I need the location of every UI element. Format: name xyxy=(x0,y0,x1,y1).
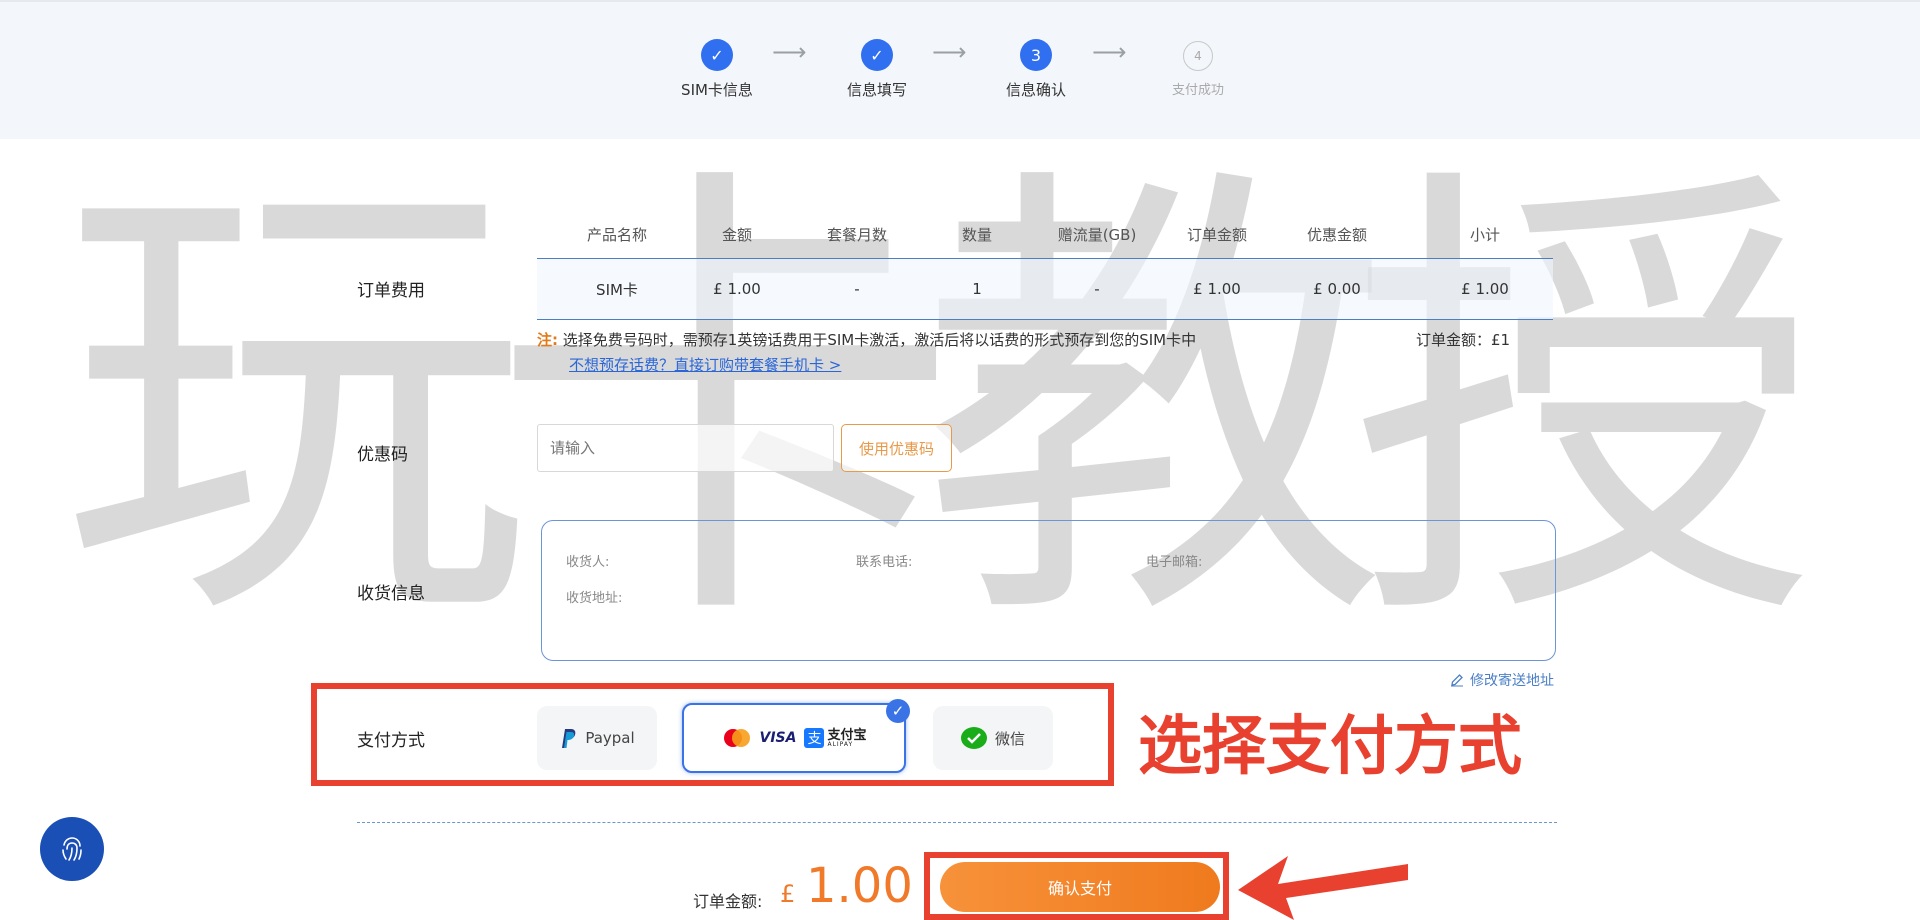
mastercard-icon xyxy=(723,729,750,747)
shipping-info-box: 收货人: 联系电话: 电子邮箱: 收货地址: xyxy=(541,520,1556,661)
table-header: 套餐月数 xyxy=(826,225,887,244)
check-icon: ✓ xyxy=(701,39,733,71)
phone-label: 联系电话: xyxy=(856,555,913,570)
table-cell: £ 1.00 xyxy=(713,280,761,298)
table-cell: £ 0.00 xyxy=(1313,280,1361,298)
paypal-label: Paypal xyxy=(585,729,635,747)
email-label: 电子邮箱: xyxy=(1146,555,1203,570)
wechat-icon xyxy=(960,727,987,749)
alipay-icon: 支 xyxy=(804,728,825,748)
table-cell: - xyxy=(1094,280,1100,298)
step-pay-success: 4 支付成功 xyxy=(1138,39,1258,98)
step-label: 信息确认 xyxy=(1005,81,1066,99)
wechat-label: 微信 xyxy=(994,729,1025,748)
shipping-section-label: 收货信息 xyxy=(357,584,425,604)
table-header: 赠流量(GB) xyxy=(1057,225,1137,244)
plan-card-link[interactable]: 不想预存话费？直接订购带套餐手机卡 > xyxy=(569,354,841,375)
table-header: 优惠金额 xyxy=(1306,225,1367,244)
payment-section-label: 支付方式 xyxy=(357,731,425,751)
pay-option-wechat[interactable]: 微信 xyxy=(933,706,1053,770)
step-sim-info: ✓ SIM卡信息 xyxy=(657,39,777,100)
alipay-logo: 支 支付宝 ALIPAY xyxy=(804,728,866,748)
table-cell: £ 1.00 xyxy=(1461,280,1509,298)
table-cell: SIM卡 xyxy=(596,280,638,299)
table-header: 数量 xyxy=(961,225,992,244)
alipay-sub: ALIPAY xyxy=(827,740,854,748)
step-label: 支付成功 xyxy=(1171,83,1224,98)
table-cell: 1 xyxy=(972,280,982,298)
checkout-stepper: ✓ SIM卡信息 ⟶ ✓ 信息填写 ⟶ 3 信息确认 ⟶ 4 支付成功 xyxy=(0,0,1920,139)
total-currency: £ xyxy=(780,880,796,908)
order-section-label: 订单费用 xyxy=(357,281,425,301)
step-fill-info: ✓ 信息填写 xyxy=(817,39,937,100)
divider xyxy=(357,822,1557,823)
edit-address-label: 修改寄送地址 xyxy=(1470,673,1554,689)
fingerprint-icon xyxy=(62,837,82,861)
annotation-arrow-icon xyxy=(1238,856,1408,920)
table-header-row: 产品名称 金额 套餐月数 数量 赠流量(GB) 订单金额 优惠金额 小计 xyxy=(537,210,1553,258)
pay-option-paypal[interactable]: Paypal xyxy=(537,706,657,770)
step-number: 3 xyxy=(1020,39,1052,71)
step-number: 4 xyxy=(1183,41,1213,71)
step-confirm-info: 3 信息确认 xyxy=(976,39,1096,100)
total-label: 订单金额: xyxy=(693,892,763,911)
note-tag: 注: xyxy=(537,331,558,349)
check-icon: ✓ xyxy=(861,39,893,71)
table-header: 小计 xyxy=(1469,225,1500,244)
pay-option-card-alipay[interactable]: VISA 支 支付宝 ALIPAY xyxy=(682,703,906,773)
step-label: SIM卡信息 xyxy=(681,81,753,99)
coupon-section-label: 优惠码 xyxy=(357,445,408,465)
paypal-icon xyxy=(562,729,576,748)
pencil-icon xyxy=(1451,674,1463,687)
arrow-right-icon: ⟶ xyxy=(1092,38,1127,66)
order-note: 注: 选择免费号码时，需预存1英镑话费用于SIM卡激活，激活后将以话费的形式预存… xyxy=(537,329,1196,350)
step-label: 信息填写 xyxy=(846,81,907,99)
note-text: 选择免费号码时，需预存1英镑话费用于SIM卡激活，激活后将以话费的形式预存到您的… xyxy=(562,331,1197,349)
coupon-input[interactable] xyxy=(537,424,834,472)
table-header: 产品名称 xyxy=(586,225,647,244)
table-row: SIM卡 £ 1.00 - 1 - £ 1.00 £ 0.00 £ 1.00 xyxy=(537,258,1553,320)
edit-address-link[interactable]: 修改寄送地址 xyxy=(1450,670,1554,690)
arrow-right-icon: ⟶ xyxy=(932,38,967,66)
total-amount: 1.00 xyxy=(806,858,913,914)
order-total-small: 订单金额：£1 xyxy=(1416,331,1511,349)
visa-label: VISA xyxy=(759,730,797,746)
arrow-right-icon: ⟶ xyxy=(772,38,807,66)
confirm-pay-button[interactable]: 确认支付 xyxy=(940,862,1220,912)
recipient-label: 收货人: xyxy=(566,555,610,570)
address-label: 收货地址: xyxy=(566,591,623,606)
table-header: 订单金额 xyxy=(1186,225,1247,244)
selected-check-icon: ✓ xyxy=(886,699,910,723)
alipay-text: 支付宝 xyxy=(827,727,867,743)
table-header: 金额 xyxy=(721,225,752,244)
table-cell: £ 1.00 xyxy=(1193,280,1241,298)
apply-coupon-button[interactable]: 使用优惠码 xyxy=(841,424,952,472)
order-table: 产品名称 金额 套餐月数 数量 赠流量(GB) 订单金额 优惠金额 小计 SIM… xyxy=(537,210,1553,320)
payment-callout-text: 选择支付方式 xyxy=(1138,710,1522,784)
fingerprint-button[interactable] xyxy=(40,817,104,881)
table-cell: - xyxy=(854,280,860,298)
